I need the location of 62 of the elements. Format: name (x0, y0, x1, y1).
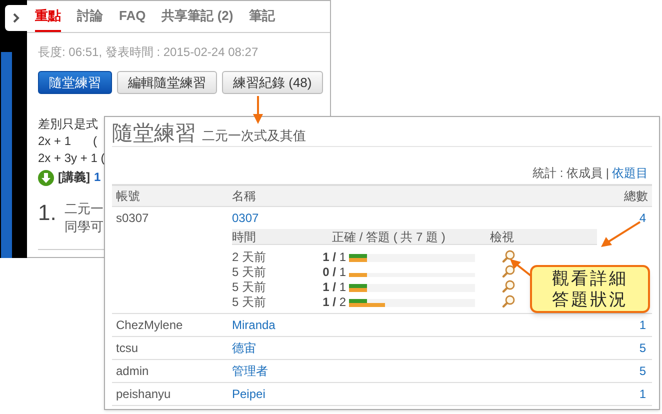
score-text: 0 / 1 (322, 264, 346, 280)
member-link[interactable]: Peipei (232, 385, 266, 403)
chevron-icon (12, 13, 20, 23)
time-text: 5 天前 (232, 294, 268, 310)
popup-subtitle: 二元一次式及其值 (202, 127, 306, 145)
practice-button[interactable]: 隨堂練習 (38, 71, 112, 94)
column-header: 時間 (232, 228, 257, 246)
tab[interactable]: 筆記 (249, 6, 276, 32)
pointer-arrow (253, 96, 263, 124)
table-cell-text: s0307 (115, 210, 150, 227)
pointer-arrow (601, 221, 641, 247)
total-link[interactable]: 5 (639, 362, 646, 380)
callout-text: 觀看詳細 (552, 268, 628, 289)
member-link[interactable]: 管理者 (232, 362, 268, 380)
item-text: 同學可 (64, 218, 104, 236)
table-cell-text: peishanyu (115, 386, 172, 403)
member-link[interactable]: Miranda (232, 316, 276, 334)
column-header: 總數 (624, 188, 649, 205)
tab[interactable]: FAQ (119, 6, 146, 32)
popup-title: 隨堂練習 (112, 121, 196, 147)
tab[interactable]: 共享筆記 (2) (162, 6, 234, 32)
tab[interactable]: 重點 (35, 6, 61, 32)
tab[interactable]: 討論 (77, 6, 103, 32)
by-question-link[interactable]: 依題目 (612, 166, 648, 181)
column-header: 名稱 (232, 188, 257, 205)
score-text: 1 / 1 (322, 248, 346, 266)
text-line: 2x + 1 (38, 133, 72, 150)
time-text: 2 天前 (232, 248, 268, 266)
text-line: ( (93, 133, 98, 150)
text-line: 2x + 3y + 1 ( (38, 150, 105, 167)
practice-button[interactable]: 練習紀錄 (48) (222, 71, 323, 94)
handout-label: [講義] (58, 169, 90, 186)
practice-button[interactable]: 編輯隨堂練習 (117, 71, 217, 94)
expand-button[interactable] (5, 5, 27, 31)
column-header: 帳號 (115, 188, 141, 205)
meta-text: 長度: 06:51, 發表時間 : 2015-02-24 08:27 (38, 44, 260, 61)
total-link[interactable]: 1 (639, 385, 646, 403)
time-text: 5 天前 (232, 278, 268, 296)
column-header: 正確 / 答題 ( 共 7 題 ) (332, 228, 446, 246)
score-text: 1 / 2 (322, 294, 346, 310)
stats-label: 統計 : 依成員 | (532, 166, 609, 181)
member-link[interactable]: 0307 (232, 209, 259, 227)
time-text: 5 天前 (232, 264, 268, 280)
item-text: 二元一 (64, 200, 104, 218)
text-line: 差別只是式 (38, 116, 98, 133)
magnifier-icon[interactable] (502, 280, 515, 293)
score-text: 1 / 1 (322, 278, 346, 296)
magnifier-icon[interactable] (502, 265, 515, 278)
table-cell-text: admin (115, 363, 150, 380)
total-link[interactable]: 5 (639, 339, 646, 357)
table-cell-text: tcsu (115, 340, 140, 357)
callout-text: 答題狀況 (552, 289, 628, 310)
column-header: 檢視 (490, 228, 514, 246)
member-link[interactable]: 德宙 (232, 339, 256, 357)
table-cell-text: ChezMylene (115, 317, 184, 334)
download-icon[interactable] (38, 170, 54, 186)
magnifier-icon[interactable] (502, 250, 515, 263)
magnifier-icon[interactable] (502, 295, 515, 308)
total-link[interactable]: 1 (639, 316, 646, 334)
handout-link[interactable]: 1 (94, 169, 101, 186)
total-link[interactable]: 4 (639, 209, 646, 227)
item-number: 1. (38, 200, 56, 227)
